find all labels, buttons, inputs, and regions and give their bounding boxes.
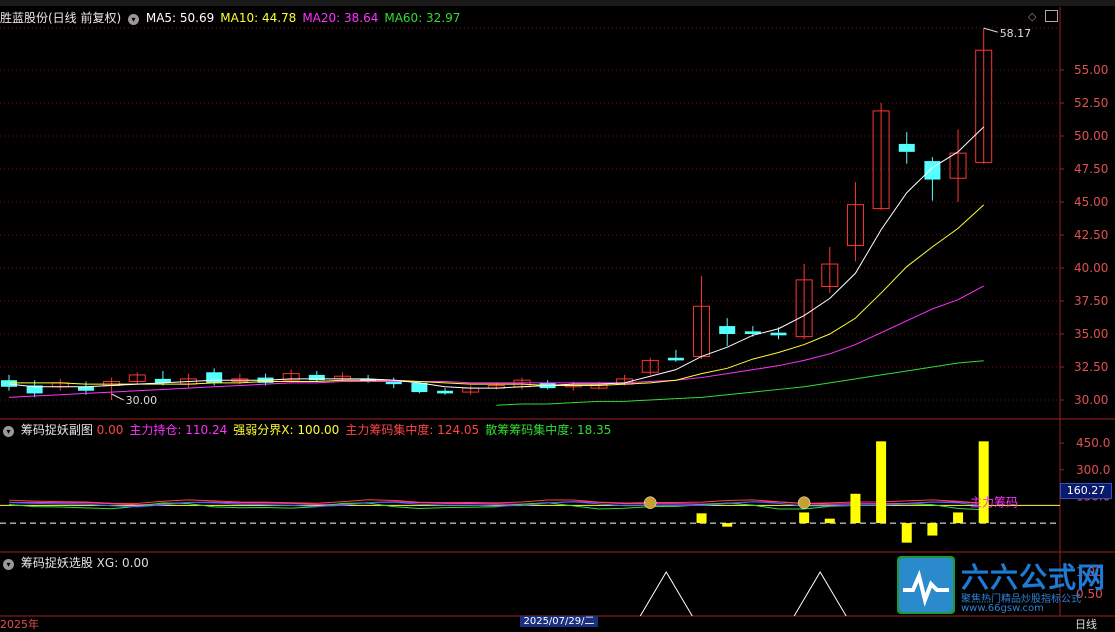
candle-body [206,372,223,383]
panel2-title[interactable]: 筹码捉妖副图 [21,423,93,437]
low-marker: 30.00 [126,394,158,407]
price-axis-label: 45.00 [1074,195,1108,209]
signal-bar [722,523,733,527]
price-axis-label: 32.50 [1074,360,1108,374]
main-chip-annotation: 主力筹码 [970,496,1018,510]
price-axis-label: 55.00 [1074,63,1108,77]
price-axis-label: 52.50 [1074,96,1108,110]
candle-body [898,143,915,152]
xg-signal-peak [793,571,847,617]
candle-body [667,357,684,361]
low-marker-arrow [111,393,124,401]
candle-body [437,390,454,394]
price-axis-label: 30.00 [1074,393,1108,407]
ma10-line [9,204,985,386]
signal-bar [824,518,835,524]
ma-labels: MA5: 50.69 MA10: 44.78 MA20: 38.64 MA60: 32… [146,11,467,25]
signal-bar [876,441,887,524]
price-axis-label: 50.00 [1074,129,1108,143]
money-bag-icon [797,496,811,509]
dropdown-icon[interactable]: ▾ [3,559,14,570]
main-concentration-line [8,499,984,504]
high-marker-arrow [983,27,998,33]
stock-info-bar: 胜蓝股份(日线 前复权) ▾ MA5: 50.69 MA10: 44.78 MA20… [0,9,466,26]
candle-body [77,386,94,391]
price-axis-label: 37.50 [1074,294,1108,308]
ma-label-1: MA10: 44.78 [220,11,297,25]
candle-body [1,380,17,387]
panel2-value-4: 散筹筹码集中度: 18.35 [485,423,612,437]
diamond-icon[interactable]: ◇ [1028,10,1036,23]
ma-label-0: MA5: 50.69 [145,11,215,25]
panel2-value-1: 主力持仓: 110.24 [129,423,228,437]
footer-year: 2025年 [0,618,39,631]
panel3-title[interactable]: 筹码捉妖选股 [21,556,93,570]
price-axis-label: 40.00 [1074,261,1108,275]
price-axis-label: 47.50 [1074,162,1108,176]
signal-bar [799,512,810,524]
brand-watermark: 六六公式网 聚焦热门精品炒股指标公式 www.66gsw.com [897,556,1111,616]
ma-label-2: MA20: 38.64 [302,11,379,25]
candle-body [719,326,736,334]
signal-bar [978,441,989,524]
stock-title[interactable]: 胜蓝股份(日线 前复权) [0,11,121,25]
money-bag-icon [644,496,657,509]
dropdown-icon[interactable]: ▾ [3,426,14,437]
ma-label-3: MA60: 32.97 [384,11,461,25]
signal-bar [901,523,912,543]
ma5-line [8,126,985,389]
price-axis-label: 35.00 [1074,327,1108,341]
brand-logo-icon [897,556,955,614]
candle-body [411,382,428,393]
period-label[interactable]: 日线 [1075,616,1097,632]
crosshair-date: 2025/07/29/二 [520,616,598,627]
panel3-header: ▾ 筹码捉妖选股 XG: 0.00 [0,554,155,571]
candle-body [770,332,787,336]
panel2-value-0: 0.00 [96,423,124,437]
candle-body [308,374,325,381]
panel2-axis-label: 450.0 [1076,436,1110,450]
panel2-values: 0.00 主力持仓: 110.24 强弱分界X: 100.00 主力筹码集中度: 12… [97,423,618,437]
current-value-badge: 160.27 [1060,483,1112,499]
dropdown-icon[interactable]: ▾ [128,14,140,25]
kline-chart: 55.00 52.50 50.00 47.50 45.00 42.50 40.00 37.50… [0,7,1115,617]
signal-bar [927,523,938,536]
high-marker: 58.17 [1000,27,1031,40]
brand-url: www.66gsw.com [961,603,1044,614]
panel2-value-3: 主力筹码集中度: 124.05 [345,423,480,437]
panel3-value-0: XG: 0.00 [96,556,149,570]
panel3-values: XG: 0.00 [97,556,155,570]
panel2-value-2: 强弱分界X: 100.00 [233,423,340,437]
panel2-axis-label: 300.0 [1076,463,1110,477]
xg-signal-peak [639,571,693,617]
signal-bar [953,512,964,524]
maximize-icon[interactable] [1045,10,1058,22]
price-axis-label: 42.50 [1074,228,1108,242]
panel2-header: ▾ 筹码捉妖副图 0.00 主力持仓: 110.24 强弱分界X: 100.00 主力… [0,421,617,438]
signal-bar [696,513,707,524]
signal-bar [850,493,861,524]
